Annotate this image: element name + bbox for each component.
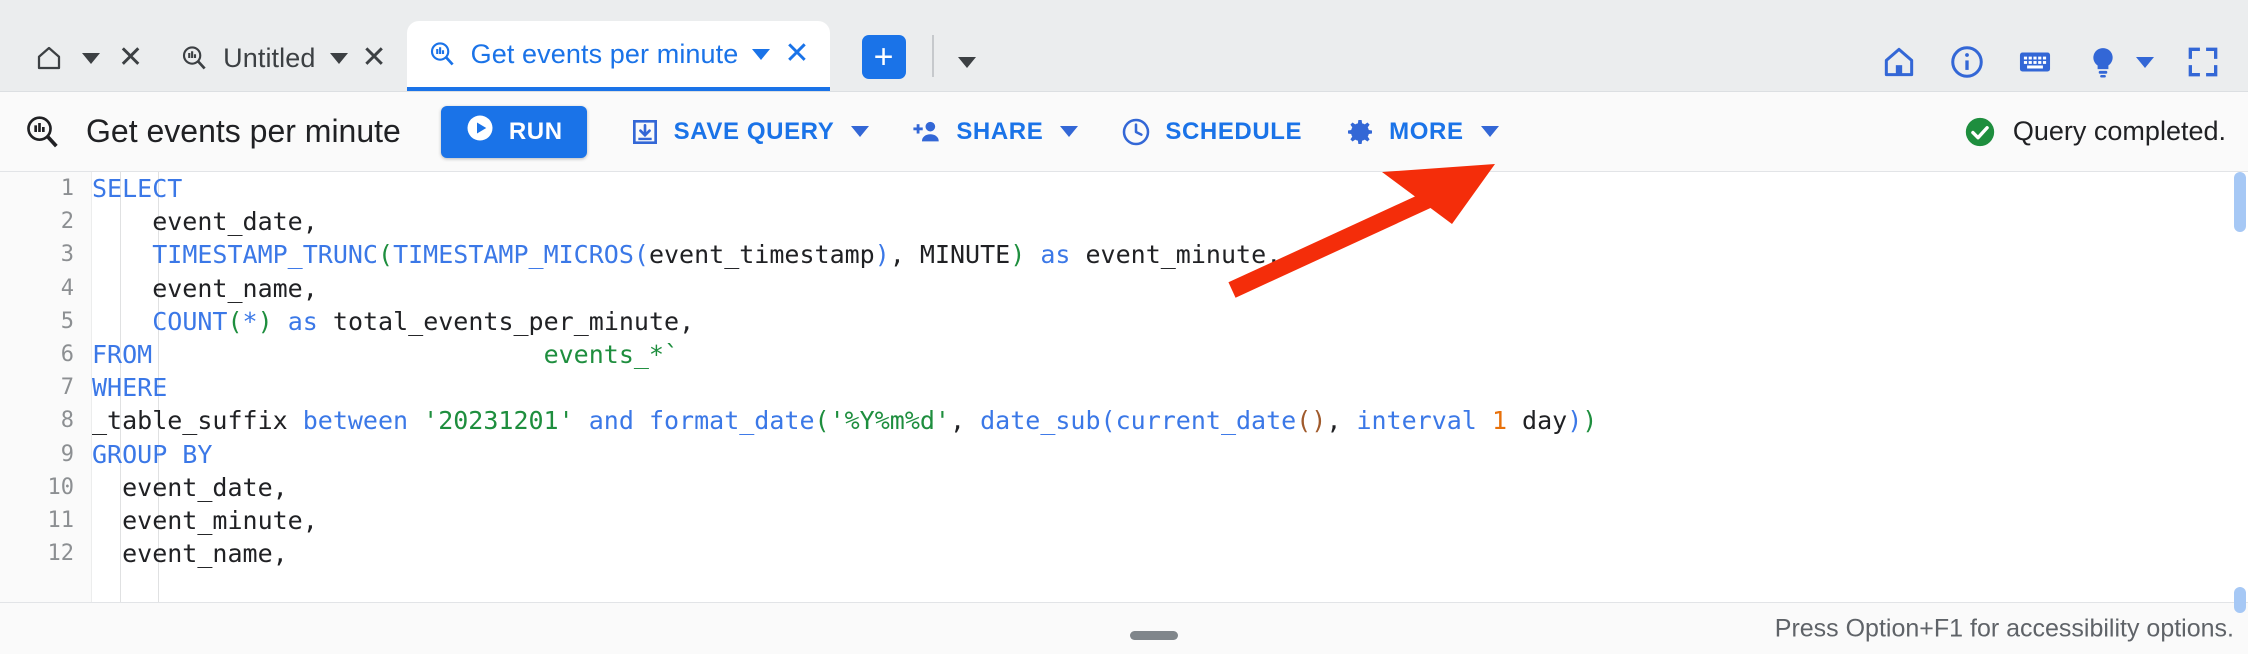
sql-editor[interactable]: 1 SELECT 2 event_date, 3 TIMESTAMP_TRUNC(TI… [0,172,2248,602]
tab-get-events-per-minute-close-icon[interactable]: ✕ [784,39,809,69]
share-person-add-icon [911,116,943,148]
code-line[interactable]: 8 _table_suffix between '20231201' and fo… [0,404,2248,437]
tips-caret-icon [2136,56,2154,68]
run-button[interactable]: RUN [440,105,587,158]
tab-get-events-per-minute-label: Get events per minute [470,38,739,69]
tab-bar-actions [1880,43,2222,81]
more-button[interactable]: MORE [1344,116,1499,148]
keyboard-icon[interactable] [2016,43,2054,81]
code-area[interactable]: 1 SELECT 2 event_date, 3 TIMESTAMP_TRUNC(TI… [0,172,2248,602]
code-text: event_date, [92,207,318,237]
tab-bar: ✕ Untitled ✕ Get events per minute ✕ + [0,0,2248,92]
editor-bottom-bar: Press Option+F1 for accessibility option… [0,587,2248,654]
status-text: Query completed. [2012,116,2226,146]
code-line[interactable]: 3 TIMESTAMP_TRUNC(TIMESTAMP_MICROS(event… [0,238,2248,271]
line-number: 4 [60,275,74,301]
code-text: event_date, [92,472,288,502]
code-text: event_minute, [92,505,318,535]
code-text: WHERE [92,373,168,403]
more-label: MORE [1389,117,1464,145]
code-line[interactable]: 1 SELECT [0,172,2248,205]
chevron-down-icon [957,57,976,68]
line-number: 12 [47,541,75,567]
tab-untitled-label: Untitled [223,42,316,73]
run-button-label: RUN [508,117,563,145]
line-number: 5 [60,308,74,334]
line-number: 9 [60,441,74,467]
tab-home-caret-icon[interactable] [82,52,100,64]
code-text: TIMESTAMP_TRUNC(TIMESTAMP_MICROS(event_t… [152,240,1282,270]
tab-bar-divider [931,35,934,77]
line-number: 8 [60,408,74,434]
line-number: 6 [60,342,74,368]
line-number: 7 [60,375,74,401]
share-button[interactable]: SHARE [911,116,1079,148]
line-number: 3 [60,242,74,268]
code-line[interactable]: 12 event_name, [0,537,2248,570]
code-line[interactable]: 7 WHERE [0,371,2248,404]
tab-list-button[interactable] [957,55,976,73]
resize-handle[interactable] [1130,631,1178,640]
save-query-button[interactable]: SAVE QUERY [629,116,870,148]
line-number: 2 [60,209,74,235]
editor-scrollbar-thumb[interactable] [2234,587,2246,613]
tab-untitled[interactable]: Untitled ✕ [159,25,407,91]
status-badge: Query completed. [1963,115,2226,149]
tab-untitled-caret-icon[interactable] [329,52,348,64]
code-line[interactable]: 5 COUNT(*) as total_events_per_minute, [0,305,2248,338]
code-line[interactable]: 2 event_date, [0,205,2248,238]
tab-get-events-per-minute[interactable]: Get events per minute ✕ [406,21,830,91]
code-text: GROUP BY [92,439,213,469]
code-text: FROM events_*` [92,339,680,369]
tab-home-close-icon[interactable]: ✕ [118,43,143,73]
share-label: SHARE [956,117,1044,145]
line-number: 10 [47,474,75,500]
code-text: event_name, [92,539,288,569]
code-line[interactable]: 4 event_name, [0,272,2248,305]
lightbulb-icon [2084,43,2122,81]
check-circle-icon [1963,115,1997,149]
schedule-button[interactable]: SCHEDULE [1120,116,1302,148]
fullscreen-icon[interactable] [2184,43,2222,81]
gear-icon [1344,116,1376,148]
clock-icon [1120,116,1152,148]
bigquery-query-editor-window: ✕ Untitled ✕ Get events per minute ✕ + G… [0,0,2248,656]
code-text: event_name, [92,273,318,303]
tab-get-events-per-minute-caret-icon[interactable] [752,48,771,60]
tab-strip: ✕ Untitled ✕ Get events per minute ✕ [0,0,830,91]
accessibility-hint: Press Option+F1 for accessibility option… [1774,614,2234,642]
home-icon [34,43,64,73]
page-title: Get events per minute [86,113,401,149]
code-line[interactable]: 11 event_minute, [0,504,2248,537]
tab-untitled-close-icon[interactable]: ✕ [362,43,387,73]
editor-vertical-scrollbar[interactable] [2234,172,2246,232]
line-number: 1 [60,176,74,202]
tab-home[interactable]: ✕ [18,25,159,91]
query-toolbar: Get events per minute RUN SAVE QUERY SHA… [0,92,2248,172]
line-number: 11 [47,507,75,533]
query-icon [427,39,457,69]
code-text: COUNT(*) as total_events_per_minute, [152,306,695,336]
save-query-caret-icon [851,126,870,137]
query-icon [179,43,209,73]
code-text: SELECT [92,174,183,203]
new-tab-button[interactable]: + [861,35,906,79]
query-icon [22,112,62,152]
schedule-label: SCHEDULE [1165,117,1303,145]
share-caret-icon [1060,126,1079,137]
code-line[interactable]: 10 event_date, [0,471,2248,504]
tips-button[interactable] [2084,43,2154,81]
more-caret-icon [1480,126,1499,137]
save-icon [629,116,661,148]
code-text: _table_suffix between '20231201' and for… [92,406,1598,436]
code-line[interactable]: 6 FROM events_*` [0,338,2248,371]
home-icon[interactable] [1880,43,1918,81]
save-query-label: SAVE QUERY [673,117,835,145]
play-icon [465,113,495,150]
info-icon[interactable] [1948,43,1986,81]
code-line[interactable]: 9 GROUP BY [0,438,2248,471]
